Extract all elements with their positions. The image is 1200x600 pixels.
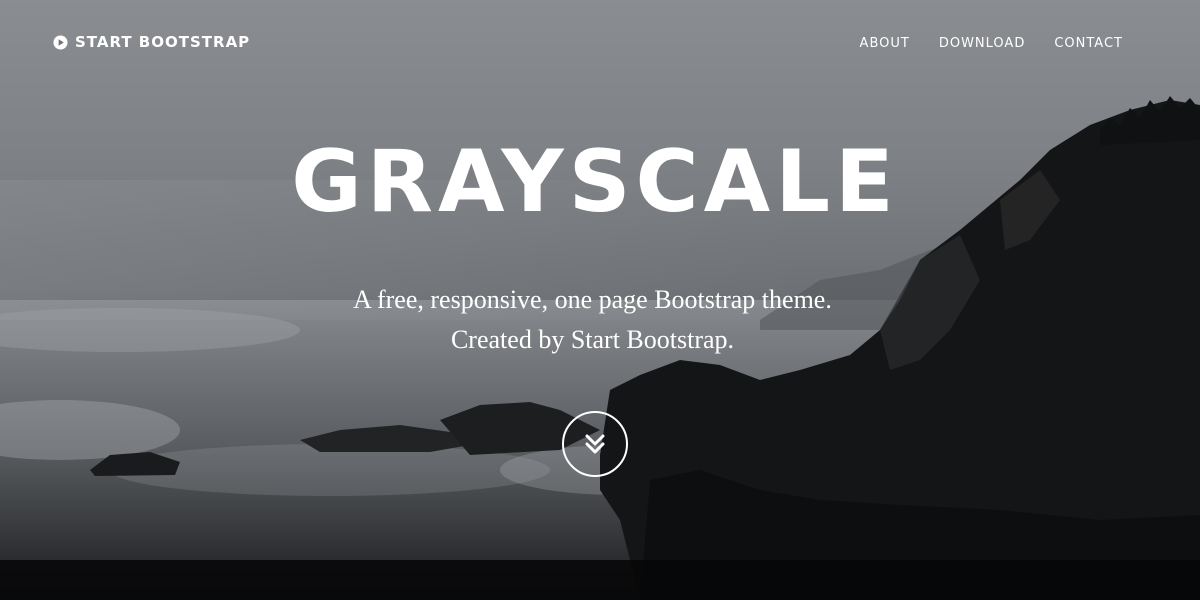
hero-title: GRAYSCALE [291,132,899,232]
navbar: START BOOTSTRAP ABOUT DOWNLOAD CONTACT [0,0,1200,88]
scroll-down-button[interactable] [562,411,628,477]
play-circle-icon [53,34,68,50]
nav-links: ABOUT DOWNLOAD CONTACT [860,36,1123,51]
brand-link[interactable]: START BOOTSTRAP [53,33,250,51]
nav-link-download[interactable]: DOWNLOAD [939,36,1026,51]
nav-link-about[interactable]: ABOUT [860,36,910,51]
nav-link-contact[interactable]: CONTACT [1054,36,1123,51]
double-chevron-down-icon [585,434,605,454]
brand-label: START BOOTSTRAP [75,33,251,51]
hero-subtitle-line1: A free, responsive, one page Bootstrap t… [353,285,832,314]
hero-subtitle-line2: Created by Start Bootstrap. [450,325,735,354]
hero-subtitle: A free, responsive, one page Bootstrap t… [0,280,1185,360]
hero-section: START BOOTSTRAP ABOUT DOWNLOAD CONTACT G… [0,0,1200,600]
